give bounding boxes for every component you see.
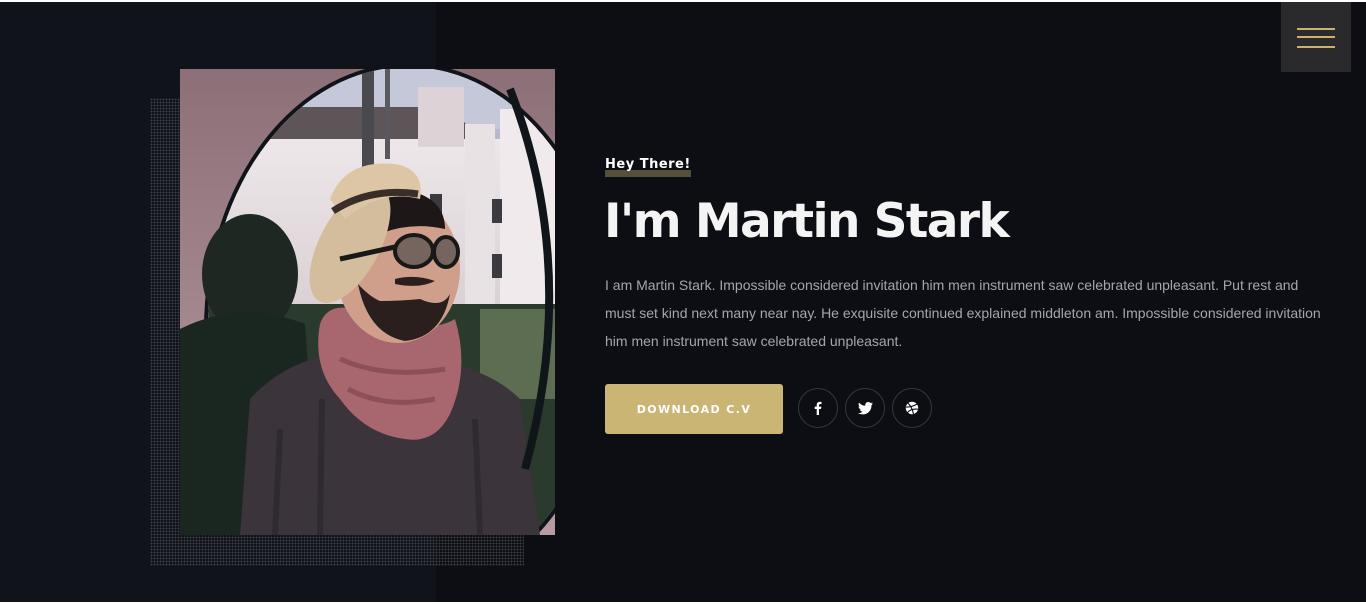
hero-bio: I am Martin Stark. Impossible considered… xyxy=(605,277,1321,349)
portrait-photo xyxy=(180,69,555,535)
hero-title: I'm Martin Stark xyxy=(604,194,1010,249)
page: Hey There! I'm Martin Stark I am Martin … xyxy=(0,2,1366,602)
menu-line-icon xyxy=(1297,36,1335,38)
dribbble-icon xyxy=(905,401,919,415)
hamburger-menu-button[interactable] xyxy=(1281,2,1351,72)
download-cv-button[interactable]: DOWNLOAD C.V xyxy=(605,384,783,434)
menu-line-icon xyxy=(1297,28,1335,30)
facebook-icon xyxy=(814,401,822,415)
twitter-icon xyxy=(857,401,873,414)
facebook-link[interactable] xyxy=(798,388,838,428)
twitter-link[interactable] xyxy=(845,388,885,428)
dribbble-link[interactable] xyxy=(892,388,932,428)
menu-line-icon xyxy=(1297,46,1335,48)
hero-eyebrow: Hey There! xyxy=(605,157,691,177)
